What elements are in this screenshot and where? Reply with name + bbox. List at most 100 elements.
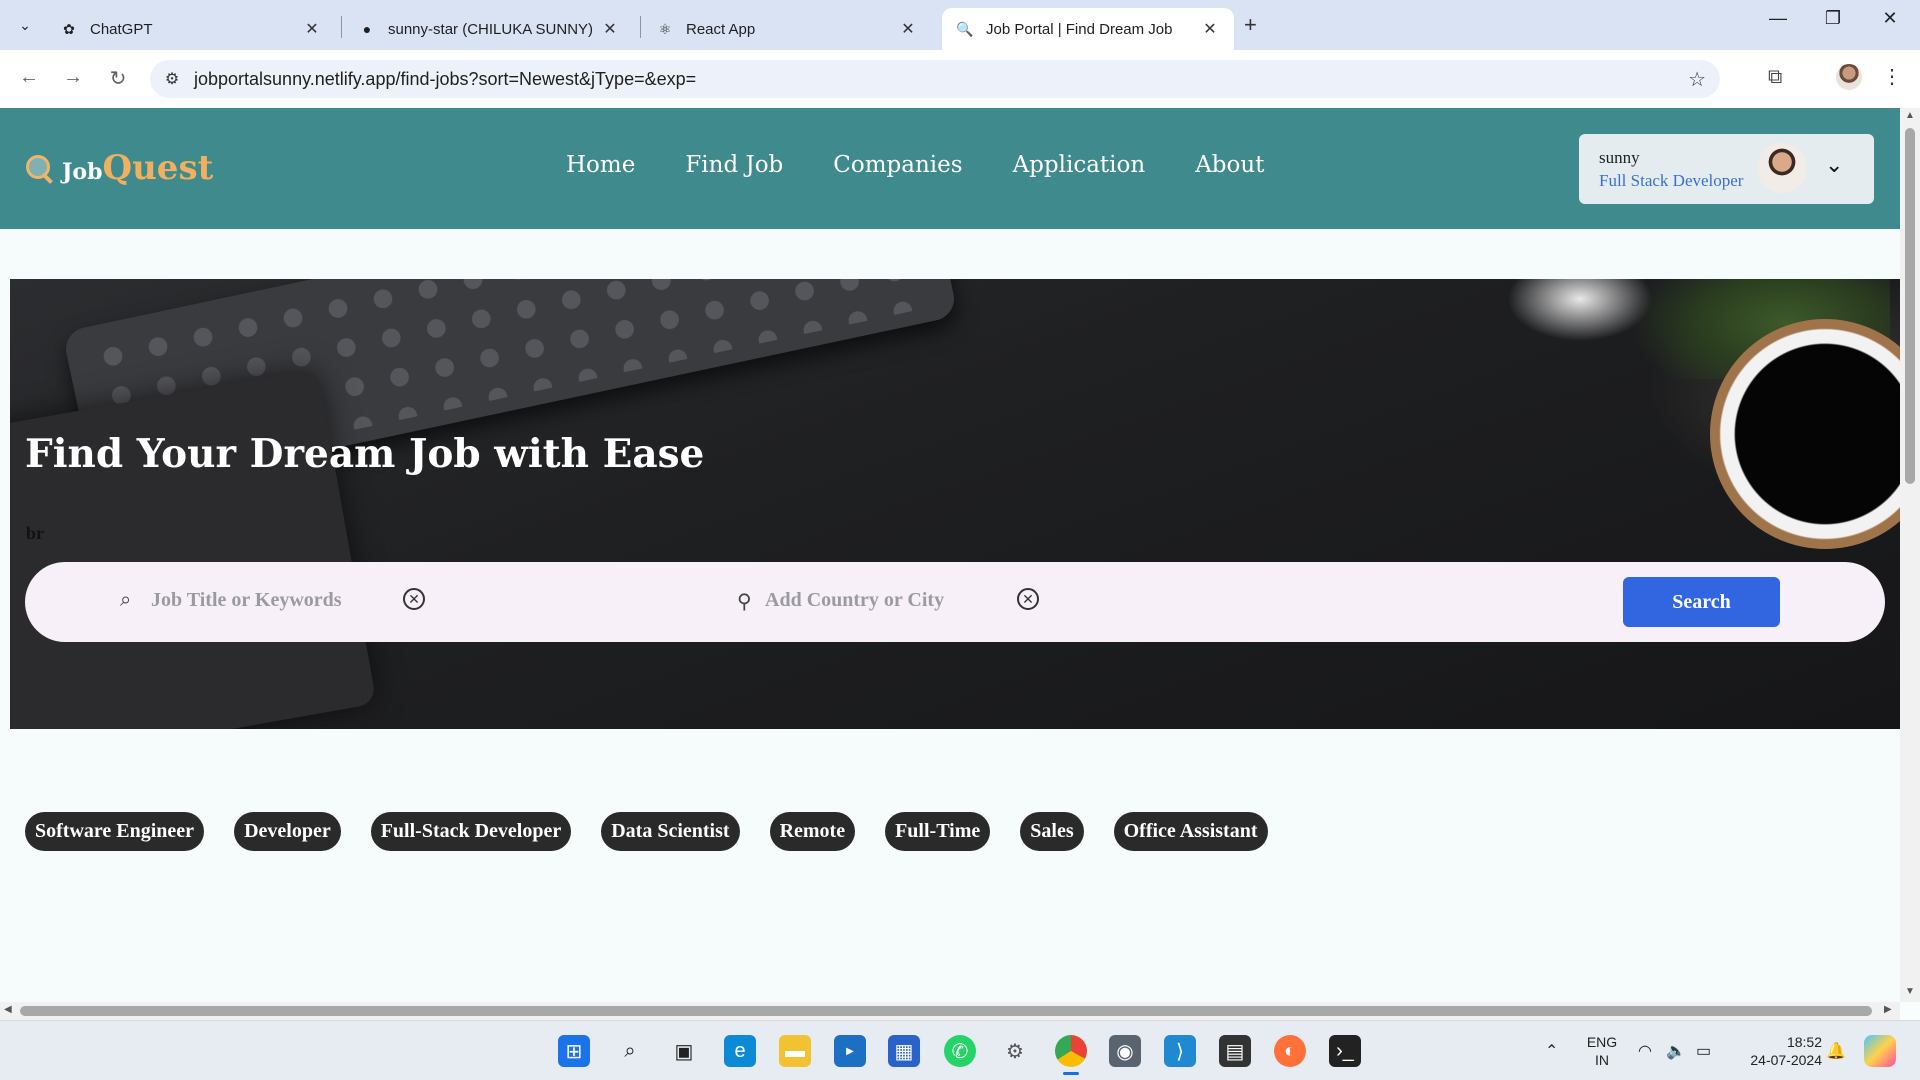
more-options-icon[interactable]: ⋮ [1882,64,1902,89]
region-code: IN [1595,1052,1609,1068]
language-indicator[interactable]: ENG IN [1584,1033,1620,1069]
nav-home[interactable]: Home [566,152,635,178]
tab-chatgpt[interactable]: ✿ ChatGPT ✕ [46,8,336,50]
logo-text-quest: Quest [102,148,214,188]
nav-application[interactable]: Application [1013,152,1146,178]
whatsapp-icon[interactable]: ✆ [944,1035,976,1067]
tab-title: ChatGPT [90,20,153,38]
chevron-down-icon[interactable]: ⌄ [1825,152,1843,178]
volume-icon[interactable]: 🔈 [1666,1041,1686,1061]
popular-tags: Software Engineer Developer Full-Stack D… [25,812,1298,851]
vscode-icon[interactable]: ⟩ [1164,1035,1196,1067]
scroll-left-arrow-icon[interactable]: ◀ [4,1004,12,1015]
user-menu[interactable]: sunny Full Stack Developer ⌄ [1579,134,1874,204]
location-input[interactable]: Add Country or City [765,589,944,612]
minimize-button[interactable]: — [1758,8,1798,29]
scroll-right-arrow-icon[interactable]: ▶ [1884,1004,1892,1015]
job-search-bar: ⌕ Job Title or Keywords ✕ ⚲ Add Country … [25,562,1885,642]
camera-icon[interactable]: ◉ [1109,1035,1141,1067]
settings-gear-icon[interactable]: ⚙ [999,1035,1031,1067]
clock-time: 18:52 [1786,1034,1822,1050]
arrow-left-icon: ← [19,66,39,88]
browser-tab-strip: ⌄ ✿ ChatGPT ✕ ● sunny-star (CHILUKA SUNN… [0,0,1920,50]
nav-find-job[interactable]: Find Job [685,152,783,178]
notebook-image [10,368,377,729]
tab-search-button[interactable]: ⌄ [10,11,40,39]
address-bar[interactable]: ⚙ jobportalsunny.netlify.app/find-jobs?s… [150,60,1720,98]
reload-button[interactable]: ↻ [103,66,133,91]
search-icon[interactable]: ⌕ [614,1035,646,1067]
close-tab-icon[interactable]: ✕ [1200,19,1220,39]
tag-full-stack-developer[interactable]: Full-Stack Developer [370,812,572,851]
arrow-right-icon: → [63,66,83,88]
nav-companies[interactable]: Companies [833,152,962,178]
clear-keyword-icon[interactable]: ✕ [403,588,425,610]
jobquest-icon: 🔍 [956,20,974,37]
user-name: sunny [1599,148,1640,167]
site-logo[interactable]: Job Quest [24,148,213,188]
tag-remote[interactable]: Remote [769,812,856,851]
close-window-button[interactable]: ✕ [1870,8,1910,29]
minimize-icon: — [1769,8,1787,28]
keyword-input[interactable]: Job Title or Keywords [151,589,342,612]
new-tab-button[interactable]: + [1244,12,1257,38]
tab-divider [640,16,641,38]
extensions-puzzle-icon[interactable]: ⧉ [1768,66,1782,89]
windows-start-icon[interactable]: ⊞ [558,1035,590,1067]
search-icon: ⌕ [120,589,132,611]
close-tab-icon[interactable]: ✕ [302,19,322,39]
scroll-down-arrow-icon[interactable]: ▼ [1905,986,1915,997]
tab-github[interactable]: ● sunny-star (CHILUKA SUNNY) ✕ [344,8,634,50]
tab-title: sunny-star (CHILUKA SUNNY) [388,20,594,38]
github-icon: ● [362,21,372,37]
hero-banner: Find Your Dream Job with Ease br ⌕ Job T… [10,279,1900,729]
scroll-up-arrow-icon[interactable]: ▲ [1905,110,1915,121]
copilot-icon[interactable] [1864,1035,1896,1067]
chatgpt-icon: ✿ [63,20,75,37]
url-text[interactable]: jobportalsunny.netlify.app/find-jobs?sor… [194,69,696,90]
close-icon: ✕ [1882,8,1898,28]
firefox-icon[interactable]: ◐ [1274,1035,1306,1067]
vertical-scroll-thumb[interactable] [1905,128,1915,484]
clock[interactable]: 18:52 24-07-2024 [1748,1033,1822,1069]
edge-browser-icon[interactable]: e [724,1035,756,1067]
site-info-icon[interactable]: ⚙ [150,69,194,89]
bookmark-star-icon[interactable]: ☆ [1688,67,1706,92]
hero-stray-text: br [26,523,44,543]
restore-button[interactable]: ❐ [1813,8,1853,29]
forward-button[interactable]: → [58,66,88,89]
terminal-icon[interactable]: ›_ [1329,1035,1361,1067]
tab-react-app[interactable]: ⚛ React App ✕ [642,8,932,50]
file-explorer-icon[interactable]: ▬ [779,1035,811,1067]
back-button[interactable]: ← [14,66,44,89]
search-button[interactable]: Search [1623,577,1780,627]
microsoft-store-icon[interactable]: ▦ [888,1035,920,1067]
nav-about[interactable]: About [1195,152,1264,178]
tag-developer[interactable]: Developer [234,812,341,851]
chevron-up-icon[interactable]: ⌃ [1545,1041,1558,1061]
tag-software-engineer[interactable]: Software Engineer [25,812,205,851]
tag-data-scientist[interactable]: Data Scientist [601,812,740,851]
location-pin-icon: ⚲ [737,591,752,613]
prime-video-icon[interactable]: ▶ [834,1035,866,1067]
tag-full-time[interactable]: Full-Time [885,812,991,851]
tab-job-portal[interactable]: 🔍 Job Portal | Find Dream Job ✕ [942,8,1234,50]
tag-sales[interactable]: Sales [1020,812,1084,851]
horizontal-scrollbar[interactable]: ◀ ▶ [0,1002,1900,1020]
printer-app-icon[interactable]: ▤ [1219,1035,1251,1067]
clear-location-icon[interactable]: ✕ [1017,588,1039,610]
notification-bell-icon[interactable]: 🔔 [1826,1041,1846,1061]
profile-avatar[interactable] [1836,64,1862,90]
tag-office-assistant[interactable]: Office Assistant [1113,812,1268,851]
wifi-icon[interactable]: ◠ [1638,1041,1652,1061]
horizontal-scroll-thumb[interactable] [20,1006,1872,1016]
tab-title: Job Portal | Find Dream Job [986,20,1173,38]
close-tab-icon[interactable]: ✕ [898,19,918,39]
task-view-icon[interactable]: ▣ [668,1035,700,1067]
chrome-icon[interactable] [1055,1035,1087,1075]
clock-date: 24-07-2024 [1750,1052,1822,1068]
close-tab-icon[interactable]: ✕ [600,19,620,39]
battery-icon[interactable]: ▭ [1696,1041,1711,1061]
vertical-scrollbar[interactable]: ▲ ▼ [1900,108,1920,1002]
web-page: Job Quest Home Find Job Companies Applic… [0,108,1900,1002]
